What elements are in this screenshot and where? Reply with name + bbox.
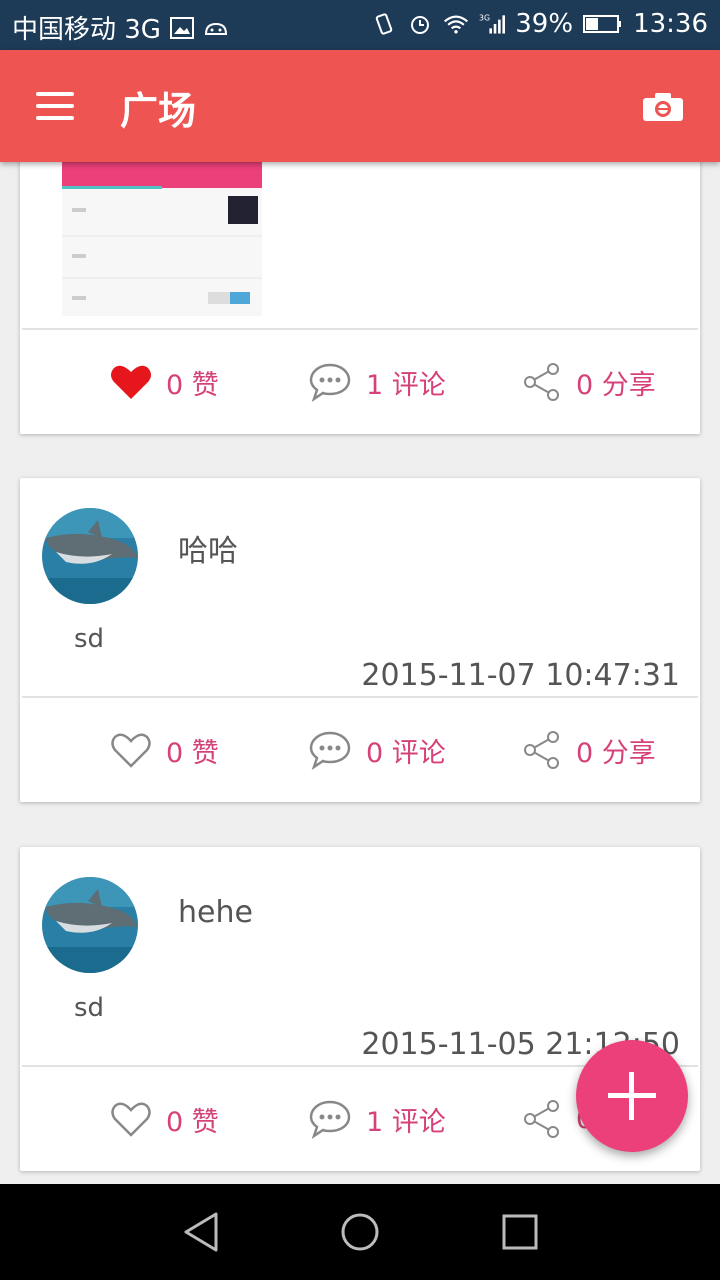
- clock: 13:36: [633, 9, 708, 39]
- avatar[interactable]: [42, 877, 138, 973]
- share-button[interactable]: 0 分享: [522, 698, 656, 802]
- status-bar: 中国移动 3G 3G 39% 13:36: [0, 0, 720, 50]
- post-content: 哈哈: [178, 534, 238, 569]
- comment-count: 0 评论: [366, 737, 446, 769]
- heart-outline-icon: [111, 1102, 151, 1137]
- vibrate-icon: [376, 13, 393, 35]
- post-image[interactable]: [62, 162, 262, 316]
- shark-avatar-image: [42, 508, 138, 604]
- gallery-notification-icon: [169, 16, 194, 39]
- username: sd: [74, 624, 105, 654]
- comment-bubble-icon: [309, 363, 351, 402]
- home-circle-icon[interactable]: [338, 1210, 382, 1254]
- signal-3g-icon: 3G: [479, 14, 506, 34]
- share-icon: [524, 731, 559, 769]
- comment-bubble-icon: [309, 1100, 351, 1139]
- like-count: 0 赞: [166, 737, 219, 769]
- post-actions: 0 赞 1 评论 0 分享: [20, 330, 700, 434]
- app-bar: 广场: [0, 50, 720, 162]
- comment-count: 1 评论: [366, 1106, 446, 1138]
- comment-button[interactable]: 1 评论: [308, 1067, 446, 1171]
- like-button[interactable]: 0 赞: [110, 1067, 219, 1171]
- feed-list[interactable]: 0 赞 1 评论 0 分享 哈哈 sd 2015-11-07 10:47:31 …: [0, 162, 720, 1184]
- menu-icon[interactable]: [36, 90, 76, 122]
- like-count: 0 赞: [166, 369, 219, 401]
- post-actions: 0 赞 0 评论 0 分享: [20, 698, 700, 802]
- username: sd: [74, 993, 105, 1023]
- svg-text:3G: 3G: [479, 14, 490, 23]
- share-icon: [524, 1100, 559, 1138]
- alarm-icon: [411, 16, 430, 34]
- post-content: hehe: [178, 895, 253, 930]
- post-timestamp: 2015-11-07 10:47:31: [361, 658, 680, 693]
- page-title: 广场: [120, 89, 197, 133]
- like-count: 0 赞: [166, 1106, 219, 1138]
- like-button[interactable]: 0 赞: [110, 698, 219, 802]
- recents-square-icon[interactable]: [498, 1210, 542, 1254]
- post-card: 0 赞 1 评论 0 分享: [20, 162, 700, 434]
- avatar[interactable]: [42, 508, 138, 604]
- battery-icon: [583, 15, 622, 33]
- share-count: 0 分享: [576, 737, 656, 769]
- wifi-icon: [444, 15, 469, 34]
- like-button[interactable]: 0 赞: [110, 330, 219, 434]
- add-post-fab[interactable]: [576, 1040, 688, 1152]
- shark-avatar-image: [42, 877, 138, 973]
- share-icon: [524, 363, 559, 401]
- share-button[interactable]: 0 分享: [522, 330, 656, 434]
- share-count: 0 分享: [576, 369, 656, 401]
- camera-icon[interactable]: [642, 92, 684, 122]
- heart-icon: [111, 365, 151, 399]
- heart-outline-icon: [111, 733, 151, 768]
- back-triangle-icon[interactable]: [180, 1210, 224, 1254]
- plus-icon-vertical: [629, 1072, 634, 1120]
- comment-count: 1 评论: [366, 369, 446, 401]
- comment-bubble-icon: [309, 731, 351, 770]
- battery-percent: 39%: [515, 9, 574, 39]
- post-card[interactable]: 哈哈 sd 2015-11-07 10:47:31 0 赞 0 评论 0 分享: [20, 478, 700, 802]
- comment-button[interactable]: 0 评论: [308, 698, 446, 802]
- android-notification-icon: [204, 22, 227, 35]
- comment-button[interactable]: 1 评论: [308, 330, 446, 434]
- system-nav-bar: [0, 1184, 720, 1280]
- screenshot-thumbnail: [62, 162, 262, 316]
- carrier-label: 中国移动 3G: [12, 15, 161, 45]
